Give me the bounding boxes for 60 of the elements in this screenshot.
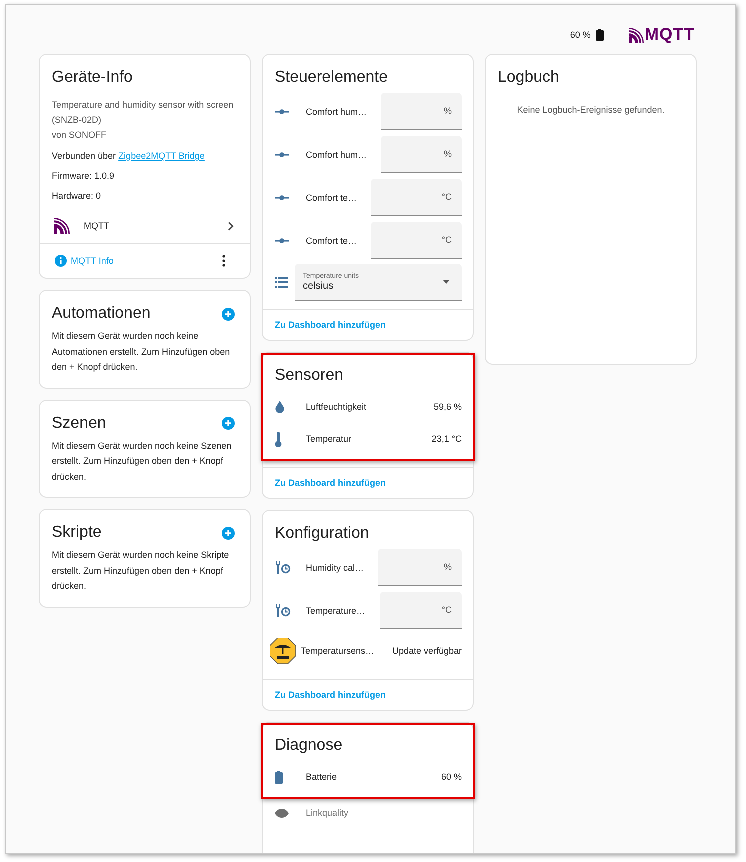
- hardware-text: Hardware: 0: [52, 190, 102, 203]
- card-title: Konfiguration: [275, 525, 370, 543]
- entity-name[interactable]: Luftfeuchtigkeit: [306, 402, 434, 412]
- number-field[interactable]: °C: [380, 592, 462, 629]
- list-icon: [275, 277, 288, 288]
- wrench-clock-icon: [275, 561, 291, 574]
- card-title: Skripte: [52, 524, 102, 542]
- entity-state: 59,6 %: [434, 402, 462, 412]
- card-title: Logbuch: [498, 69, 560, 87]
- number-field[interactable]: %: [381, 93, 462, 130]
- entity-name[interactable]: Temperatur: [306, 434, 432, 444]
- more-vertical-icon: [222, 255, 226, 267]
- field-value: celsius: [303, 280, 335, 292]
- signal-waves-icon: [54, 218, 70, 234]
- wrench-clock-icon: [275, 604, 291, 617]
- battery-reading: 60 %: [570, 30, 591, 40]
- empty-message: Mit diesem Gerät wurden noch keine Skripte erstellt. Zum Hinzufügen oben den + Knopf drücken.: [52, 549, 230, 593]
- empty-message: Mit diesem Gerät wurden noch keine Automationen erstellt. Zum Hinzufügen oben den + Knopf drücken.: [52, 330, 232, 374]
- signal-waves-icon: [628, 28, 644, 42]
- entity-name[interactable]: Linkquality: [306, 808, 462, 818]
- entity-state: Update verfügbar: [392, 646, 462, 656]
- entity-state: 23,1 °C: [432, 434, 462, 444]
- number-field[interactable]: %: [381, 136, 462, 173]
- entity-name: Temperature…: [306, 606, 366, 616]
- entity-name: Humidity cal…: [306, 562, 364, 572]
- add-icon: [222, 526, 235, 540]
- entity-name: Comfort te…: [306, 192, 358, 202]
- octagon-badge-icon: [270, 638, 296, 664]
- number-field[interactable]: °C: [371, 222, 462, 259]
- entity-state: 60 %: [441, 772, 462, 782]
- thermometer-icon: [275, 432, 282, 446]
- card-title: Steuerelemente: [275, 69, 389, 87]
- add-icon: [222, 417, 235, 430]
- card-title: Szenen: [52, 414, 106, 432]
- firmware-text: Firmware: 1.0.9: [52, 170, 116, 183]
- number-field[interactable]: %: [378, 549, 462, 586]
- card-title: Sensoren: [275, 367, 344, 385]
- empty-message: Keine Logbuch-Ereignisse gefunden.: [516, 105, 666, 115]
- entity-name: Comfort hum…: [306, 106, 368, 116]
- device-description: Temperature and humidity sensor with screen (SNZB-02D): [52, 99, 235, 127]
- number-field[interactable]: °C: [371, 179, 462, 216]
- entity-name: Comfort te…: [306, 236, 358, 246]
- battery-icon: [596, 29, 604, 41]
- card-title: Geräte-Info: [52, 69, 134, 87]
- card-title: Automationen: [52, 305, 151, 323]
- connected-text: Verbunden über Zigbee2MQTT Bridge: [52, 150, 206, 163]
- card-title: Diagnose: [275, 737, 344, 755]
- info-icon: [55, 255, 67, 267]
- battery-icon: [275, 770, 283, 784]
- chevron-right-icon: [228, 222, 234, 230]
- add-icon: [222, 308, 235, 320]
- dropdown-caret-icon: [443, 280, 450, 284]
- empty-message: Mit diesem Gerät wurden noch keine Szenen erstellt. Zum Hinzufügen oben den + Knopf drücken.: [52, 440, 233, 484]
- entity-name[interactable]: Batterie: [306, 772, 442, 782]
- entity-name: Comfort hum…: [306, 150, 368, 160]
- entity-name[interactable]: Temperatursens…: [301, 646, 392, 656]
- manufacturer-text: von SONOFF: [52, 129, 108, 142]
- water-drop-icon: [275, 400, 285, 414]
- logo-text: MQTT: [644, 25, 695, 45]
- integration-item[interactable]: MQTT: [40, 211, 250, 243]
